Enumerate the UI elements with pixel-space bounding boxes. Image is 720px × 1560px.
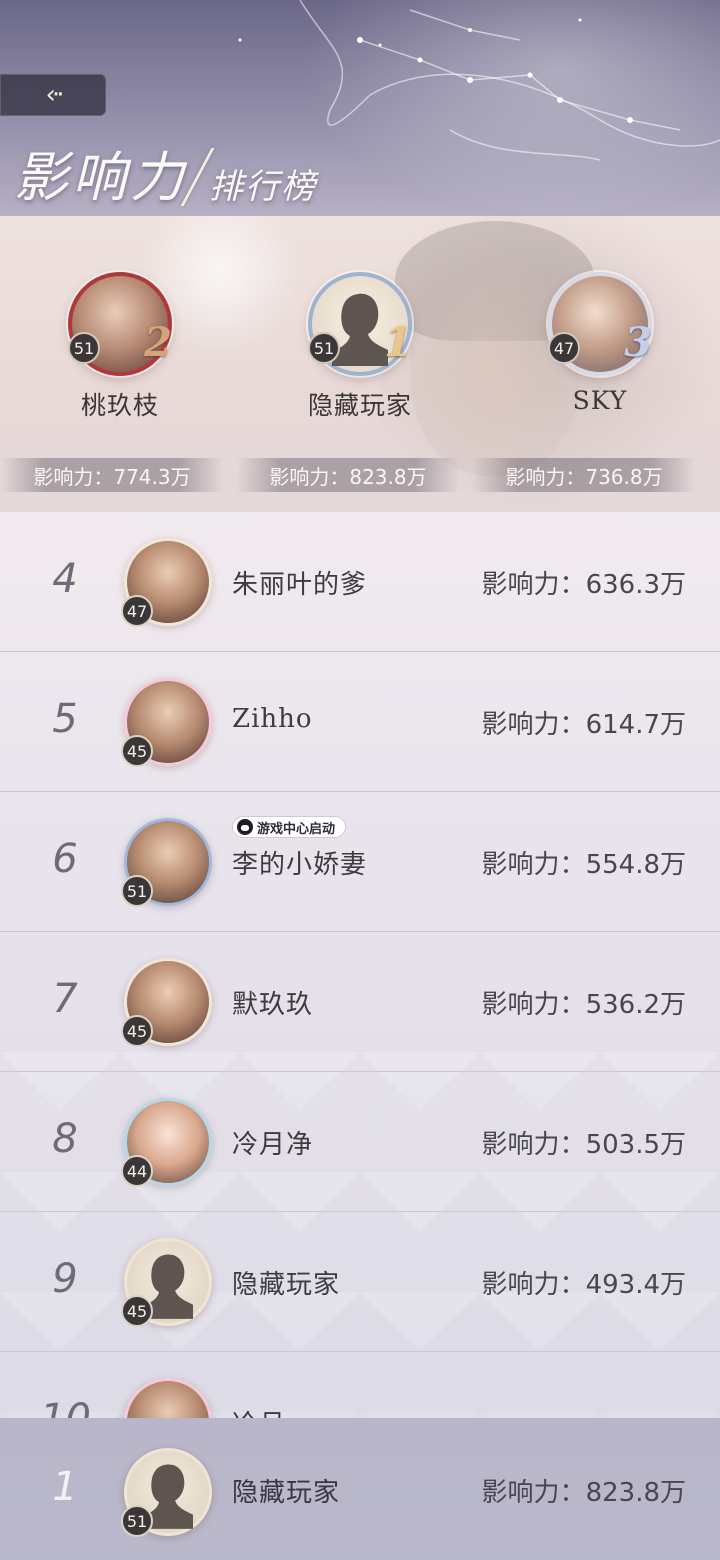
rank-numeral: 2 <box>144 319 172 366</box>
player-name: 李的小娇妻 <box>232 850 368 880</box>
influence-value: 493.4万 <box>585 1270 686 1300</box>
rank-number: 1 <box>52 1464 78 1510</box>
level-badge: 45 <box>121 735 153 767</box>
player-name: 桃玖枝 <box>80 391 159 420</box>
influence-value: 影响力：736.8万 <box>472 458 696 492</box>
rank-number: 4 <box>52 556 78 602</box>
avatar[interactable]: 51 1 <box>308 272 412 376</box>
influence-score: 影响力：493.4万 <box>482 1264 686 1301</box>
avatar[interactable]: 45 <box>121 1238 212 1327</box>
player-name: 朱丽叶的爹 <box>232 570 368 600</box>
list-item[interactable]: 8 44 冷月净 影响力：503.5万 <box>0 1072 720 1212</box>
header: ‹·· 影响力 排行榜 <box>0 0 720 216</box>
influence-score: 影响力：536.2万 <box>482 984 686 1021</box>
level-badge: 47 <box>121 595 153 627</box>
rank-number: 7 <box>52 976 78 1022</box>
influence-label: 影响力： <box>481 1478 586 1508</box>
influence-value: 503.5万 <box>585 1130 686 1160</box>
podium: 51 2 桃玖枝 51 1 隐藏玩家 47 3 SKY 影响力：774.3万 影… <box>0 216 720 512</box>
podium-rank-1[interactable]: 51 1 隐藏玩家 <box>250 272 470 422</box>
avatar[interactable]: 45 <box>121 958 212 1047</box>
level-badge: 47 <box>548 332 580 364</box>
avatar[interactable]: 47 3 <box>548 272 652 376</box>
podium-rank-2[interactable]: 51 2 桃玖枝 <box>10 272 230 422</box>
avatar[interactable] <box>124 1378 212 1418</box>
avatar[interactable]: 51 <box>121 1448 212 1537</box>
influence-value: 614.7万 <box>585 710 686 740</box>
rank-number: 6 <box>52 836 78 882</box>
level-badge: 45 <box>121 1015 153 1047</box>
list-item[interactable]: 4 47 朱丽叶的爹 影响力：636.3万 <box>0 512 720 652</box>
influence-score: 影响力：614.7万 <box>482 704 686 741</box>
game-center-tag: 游戏中心启动 <box>232 816 347 838</box>
my-rank-bar[interactable]: 1 51 隐藏玩家 影响力：823.8万 <box>0 1418 720 1560</box>
avatar[interactable]: 51 2 <box>68 272 172 376</box>
list-item[interactable]: 5 45 Zihho 影响力：614.7万 <box>0 652 720 792</box>
list-item[interactable]: 7 45 默玖玖 影响力：536.2万 <box>0 932 720 1072</box>
influence-value: 536.2万 <box>585 990 686 1020</box>
ranking-list[interactable]: 4 47 朱丽叶的爹 影响力：636.3万 5 45 Zihho 影响力：614… <box>0 512 720 1418</box>
player-name: SKY <box>572 386 628 415</box>
influence-label: 影响力： <box>481 570 586 600</box>
arrow-left-icon: ‹·· <box>45 80 65 110</box>
influence-value: 影响力：774.3万 <box>0 458 224 492</box>
influence-value: 823.8万 <box>585 1478 686 1508</box>
level-badge: 51 <box>121 1505 153 1537</box>
influence-value: 636.3万 <box>585 570 686 600</box>
player-name: 隐藏玩家 <box>307 391 412 420</box>
page-title: 影响力 排行榜 <box>14 140 317 212</box>
player-name: 默玖玖 <box>232 990 314 1020</box>
rank-numeral: 3 <box>624 319 652 366</box>
influence-value: 影响力：823.8万 <box>236 458 460 492</box>
title-main: 影响力 <box>14 146 188 209</box>
avatar[interactable]: 44 <box>121 1098 212 1187</box>
avatar[interactable]: 45 <box>121 678 212 767</box>
rank-number: 5 <box>52 696 78 742</box>
player-name: Zihho <box>232 704 313 734</box>
influence-label: 影响力： <box>481 1130 586 1160</box>
influence-label: 影响力： <box>481 990 586 1020</box>
influence-label: 影响力： <box>481 1270 586 1300</box>
level-badge: 45 <box>121 1295 153 1327</box>
influence-label: 影响力： <box>481 710 586 740</box>
level-badge: 44 <box>121 1155 153 1187</box>
back-button[interactable]: ‹·· <box>0 74 106 116</box>
player-name: 隐藏玩家 <box>232 1270 341 1300</box>
tag-label: 游戏中心启动 <box>257 821 336 837</box>
player-name: 冷月净 <box>232 1130 314 1160</box>
list-item[interactable]: 6 51 游戏中心启动 李的小娇妻 影响力：554.8万 <box>0 792 720 932</box>
rank-number: 9 <box>52 1256 78 1302</box>
rank-numeral: 1 <box>384 319 412 366</box>
rank-number: 8 <box>52 1116 78 1162</box>
influence-label: 影响力： <box>481 850 586 880</box>
influence-score: 影响力：503.5万 <box>482 1124 686 1161</box>
list-item[interactable]: 10 冷月… <box>0 1352 720 1418</box>
level-badge: 51 <box>121 875 153 907</box>
avatar[interactable]: 51 <box>121 818 212 907</box>
level-badge: 51 <box>68 332 100 364</box>
influence-score: 影响力：823.8万 <box>482 1472 686 1509</box>
player-name: 隐藏玩家 <box>232 1478 341 1508</box>
podium-influence-strip: 影响力：774.3万 影响力：823.8万 影响力：736.8万 <box>0 452 720 502</box>
title-sub: 排行榜 <box>209 167 317 207</box>
qq-penguin-icon <box>237 819 253 835</box>
influence-score: 影响力：554.8万 <box>482 844 686 881</box>
rank-number: 10 <box>40 1396 91 1418</box>
influence-value: 554.8万 <box>585 850 686 880</box>
silhouette-icon <box>332 293 388 366</box>
influence-score: 影响力：636.3万 <box>482 564 686 601</box>
level-badge: 51 <box>308 332 340 364</box>
avatar[interactable]: 47 <box>121 538 212 627</box>
podium-rank-3[interactable]: 47 3 SKY <box>490 272 710 415</box>
list-item[interactable]: 9 45 隐藏玩家 影响力：493.4万 <box>0 1212 720 1352</box>
player-name: 冷月… <box>232 1404 313 1418</box>
